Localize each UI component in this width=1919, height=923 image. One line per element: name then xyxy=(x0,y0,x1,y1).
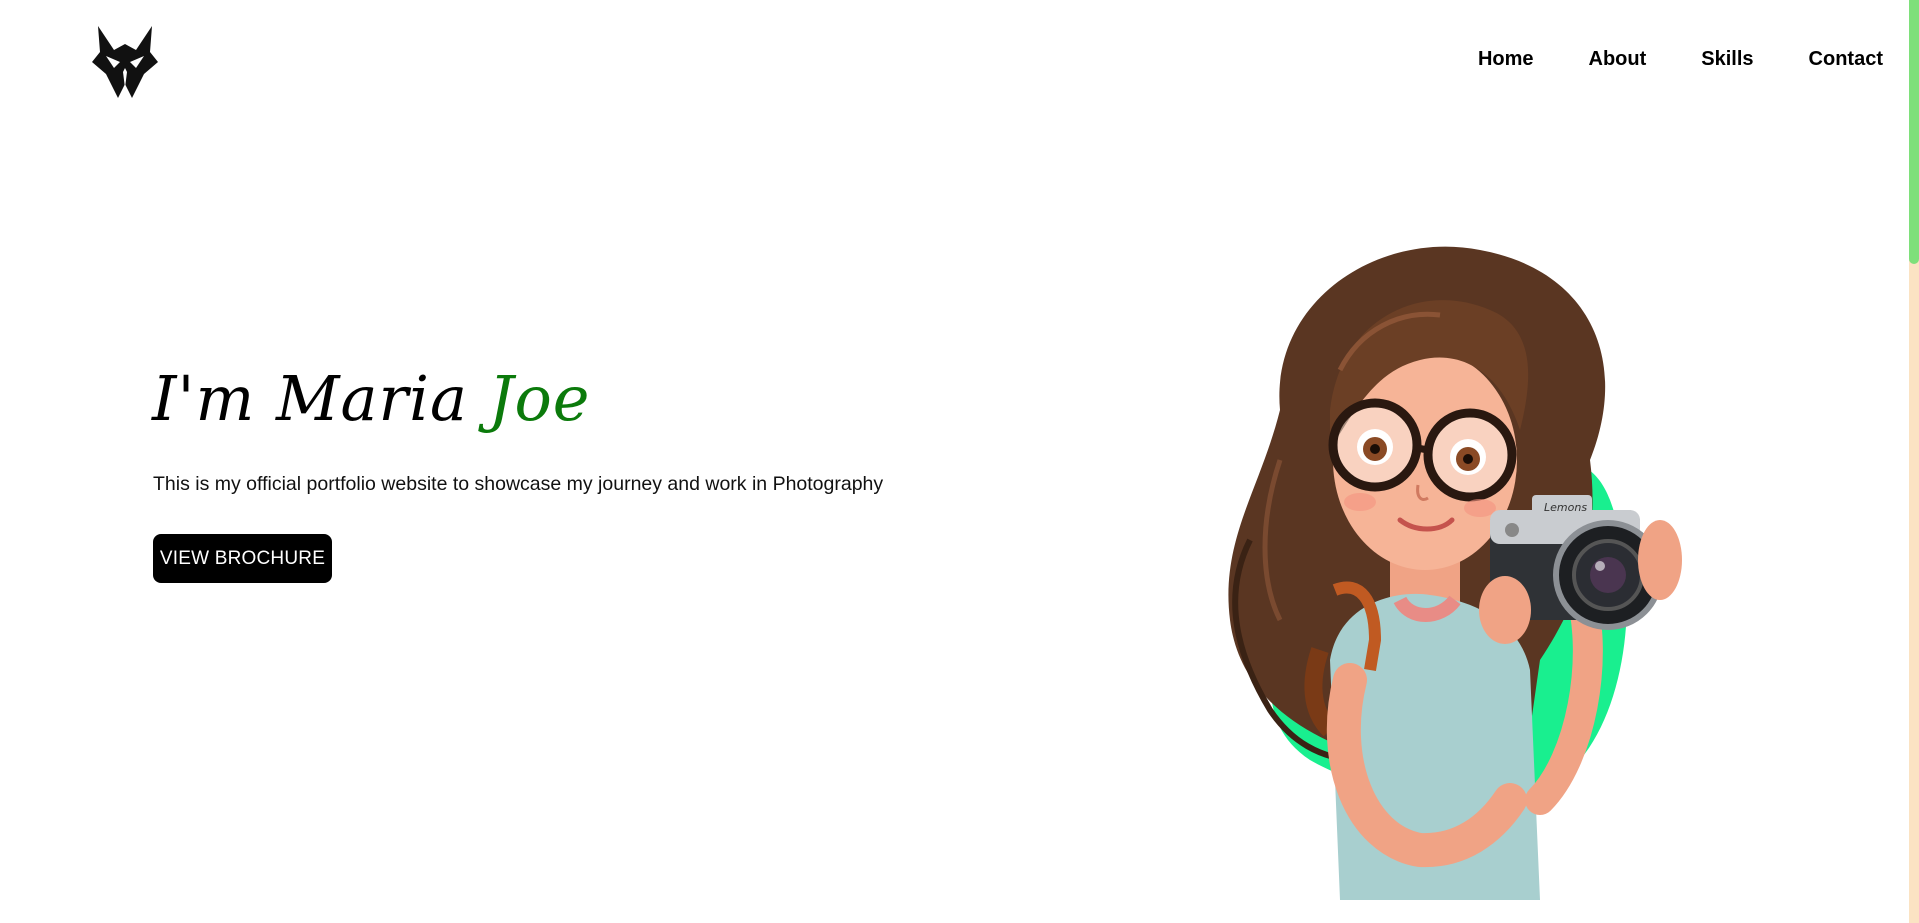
nav-contact-link[interactable]: Contact xyxy=(1809,48,1883,71)
hero-title-name: I'm Maria xyxy=(152,362,489,435)
nav-about-link[interactable]: About xyxy=(1589,48,1647,71)
hero-title-accent: Joe xyxy=(488,362,591,435)
camera-brand-label: Lemons xyxy=(1544,501,1587,514)
fox-logo-icon[interactable] xyxy=(92,22,158,98)
view-brochure-button[interactable]: VIEW BROCHURE xyxy=(153,534,332,583)
scrollbar-thumb[interactable] xyxy=(1909,0,1919,264)
main-nav: Home About Skills Contact xyxy=(1478,48,1883,71)
hero-title: I'm Maria Joe xyxy=(152,362,591,435)
nav-home-link[interactable]: Home xyxy=(1478,48,1534,71)
portfolio-page: Home About Skills Contact I'm Maria Joe … xyxy=(0,0,1919,923)
girl-with-camera-illustration: Lemons xyxy=(1228,246,1682,900)
page-scrollbar[interactable] xyxy=(1909,0,1919,923)
nav-skills-link[interactable]: Skills xyxy=(1701,48,1753,71)
hero-subtitle: This is my official portfolio website to… xyxy=(153,473,884,495)
